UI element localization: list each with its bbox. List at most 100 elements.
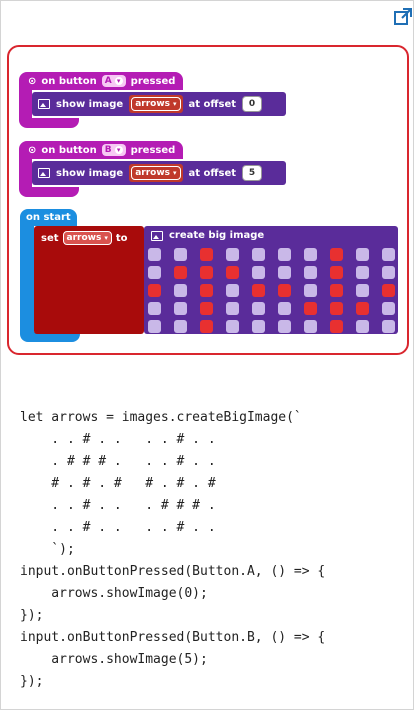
led-cell[interactable]: [330, 302, 343, 315]
led-cell[interactable]: [174, 320, 187, 333]
event-a-foot: [19, 118, 79, 128]
led-cell[interactable]: [148, 320, 161, 333]
led-cell[interactable]: [252, 302, 265, 315]
led-cell[interactable]: [174, 302, 187, 315]
led-cell[interactable]: [252, 266, 265, 279]
image-icon: [38, 168, 50, 178]
led-cell[interactable]: [382, 248, 395, 261]
code-line: input.onButtonPressed(Button.A, () => {: [20, 564, 326, 579]
example-card: ⊙ on button A ▾ pressed show image arrow…: [0, 0, 414, 710]
event-a-prefix: on button: [41, 75, 97, 87]
led-cell[interactable]: [174, 248, 187, 261]
image-icon: [151, 230, 163, 241]
open-external-icon[interactable]: [393, 7, 413, 27]
code-line: . . # . . . # # # .: [20, 498, 216, 513]
led-cell[interactable]: [252, 320, 265, 333]
led-cell[interactable]: [226, 302, 239, 315]
code-line: input.onButtonPressed(Button.B, () => {: [20, 630, 326, 645]
led-cell[interactable]: [304, 284, 317, 297]
led-grid: [148, 248, 395, 333]
show-image-b-block[interactable]: show image arrows ▾ at offset 5: [32, 161, 286, 185]
led-cell[interactable]: [278, 266, 291, 279]
led-cell[interactable]: [382, 284, 395, 297]
create-big-image-label: create big image: [169, 230, 265, 241]
led-cell[interactable]: [200, 320, 213, 333]
led-cell[interactable]: [356, 284, 369, 297]
event-b-suffix: pressed: [130, 144, 176, 156]
led-cell[interactable]: [304, 266, 317, 279]
led-cell[interactable]: [304, 302, 317, 315]
led-cell[interactable]: [382, 302, 395, 315]
event-icon: ⊙: [28, 144, 37, 156]
led-cell[interactable]: [148, 284, 161, 297]
led-cell[interactable]: [382, 320, 395, 333]
led-cell[interactable]: [278, 248, 291, 261]
led-cell[interactable]: [174, 284, 187, 297]
event-b-foot: [19, 187, 79, 197]
code-line: let arrows = images.createBigImage(`: [20, 410, 302, 425]
led-cell[interactable]: [226, 320, 239, 333]
on-start-block[interactable]: on start: [20, 209, 77, 226]
offset-a-input[interactable]: 0: [242, 96, 263, 112]
led-cell[interactable]: [226, 266, 239, 279]
led-cell[interactable]: [356, 266, 369, 279]
led-cell[interactable]: [200, 266, 213, 279]
led-cell[interactable]: [330, 284, 343, 297]
arrows-variable-slot[interactable]: arrows ▾: [129, 164, 183, 182]
led-cell[interactable]: [278, 302, 291, 315]
led-cell[interactable]: [174, 266, 187, 279]
code-line: });: [20, 674, 44, 689]
led-cell[interactable]: [148, 302, 161, 315]
led-cell[interactable]: [330, 248, 343, 261]
led-cell[interactable]: [252, 248, 265, 261]
button-b-dropdown[interactable]: B ▾: [101, 144, 126, 156]
on-button-b-pressed-block[interactable]: ⊙ on button B ▾ pressed: [19, 141, 184, 159]
led-cell[interactable]: [382, 266, 395, 279]
led-cell[interactable]: [226, 284, 239, 297]
led-cell[interactable]: [148, 248, 161, 261]
led-cell[interactable]: [200, 302, 213, 315]
led-cell[interactable]: [304, 320, 317, 333]
led-cell[interactable]: [278, 320, 291, 333]
on-button-a-pressed-block[interactable]: ⊙ on button A ▾ pressed: [19, 72, 184, 90]
button-a-dropdown[interactable]: A ▾: [101, 75, 126, 87]
led-cell[interactable]: [330, 266, 343, 279]
led-cell[interactable]: [356, 302, 369, 315]
code-line: `);: [20, 542, 75, 557]
event-b-body: [19, 159, 32, 187]
led-cell[interactable]: [226, 248, 239, 261]
led-cell[interactable]: [200, 284, 213, 297]
on-start-body: [20, 226, 34, 332]
code-block: let arrows = images.createBigImage(` . .…: [20, 407, 325, 693]
chevron-down-icon: ▾: [114, 77, 123, 85]
code-line: arrows.showImage(5);: [20, 652, 208, 667]
led-cell[interactable]: [200, 248, 213, 261]
arrows-variable-dropdown[interactable]: arrows ▾: [131, 166, 181, 180]
show-image-a-label: show image: [56, 98, 124, 110]
chevron-down-icon: ▾: [173, 100, 177, 108]
show-image-b-label: show image: [56, 167, 124, 179]
led-cell[interactable]: [252, 284, 265, 297]
led-cell[interactable]: [148, 266, 161, 279]
code-line: . # # # . . . # . .: [20, 454, 216, 469]
led-cell[interactable]: [304, 248, 317, 261]
code-line: # . # . # # . # . #: [20, 476, 216, 491]
chevron-down-icon: ▾: [114, 146, 123, 154]
set-variable-block[interactable]: set arrows ▾ to: [34, 226, 144, 334]
chevron-down-icon: ▾: [104, 234, 108, 242]
set-variable-dropdown[interactable]: arrows ▾: [62, 231, 112, 245]
led-cell[interactable]: [356, 320, 369, 333]
event-a-suffix: pressed: [130, 75, 176, 87]
code-line: arrows.showImage(0);: [20, 586, 208, 601]
code-line: });: [20, 608, 44, 623]
arrows-variable-slot[interactable]: arrows ▾: [129, 95, 183, 113]
led-cell[interactable]: [356, 248, 369, 261]
show-image-a-block[interactable]: show image arrows ▾ at offset 0: [32, 92, 286, 116]
led-cell[interactable]: [330, 320, 343, 333]
arrows-variable-dropdown[interactable]: arrows ▾: [131, 97, 181, 111]
offset-a-label: at offset: [188, 98, 237, 110]
image-icon: [38, 99, 50, 109]
create-big-image-block[interactable]: create big image: [144, 226, 398, 334]
offset-b-input[interactable]: 5: [242, 165, 263, 181]
led-cell[interactable]: [278, 284, 291, 297]
